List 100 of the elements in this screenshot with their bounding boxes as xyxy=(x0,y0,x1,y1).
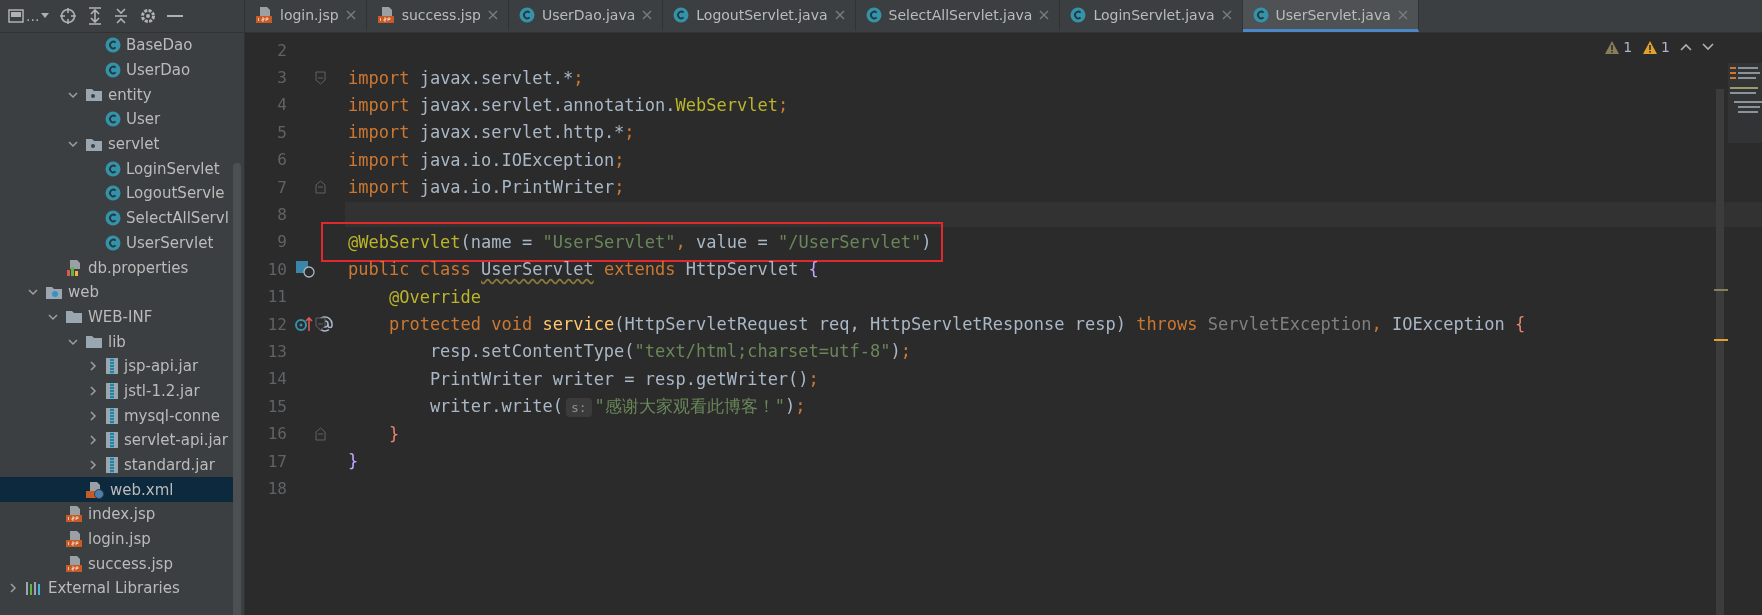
close-icon[interactable] xyxy=(1039,9,1050,20)
tree-item[interactable]: LogoutServle xyxy=(0,181,236,206)
class-icon xyxy=(105,37,121,54)
minimize-icon[interactable] xyxy=(167,14,184,18)
jsp-file-icon xyxy=(255,5,273,24)
tree-item[interactable]: standard.jar xyxy=(0,452,236,478)
tree-item[interactable]: lib xyxy=(0,329,236,354)
line-number: 12 xyxy=(266,314,287,334)
jsp-file-icon xyxy=(65,505,83,524)
chevron-down-icon[interactable] xyxy=(68,336,78,347)
tree-item[interactable]: LoginServlet xyxy=(0,156,236,182)
scrollbar[interactable] xyxy=(233,163,241,615)
tree-item[interactable]: User xyxy=(0,107,236,132)
chevron-right-icon[interactable] xyxy=(88,435,98,446)
override-icon[interactable] xyxy=(295,316,313,333)
tree-item[interactable]: web.xml xyxy=(0,477,236,503)
tree-item[interactable]: jstl-1.2.jar xyxy=(0,378,236,404)
class-icon xyxy=(105,234,121,251)
line-number: 13 xyxy=(266,342,287,361)
line-number: 14 xyxy=(266,369,287,389)
dropdown-caret-icon xyxy=(41,13,50,19)
chevron-right-icon[interactable] xyxy=(8,583,18,594)
editor-tab[interactable]: SelectAllServlet.java xyxy=(855,0,1061,32)
inspection-count[interactable]: 1 xyxy=(1642,39,1670,55)
window-icon xyxy=(8,9,24,23)
tree-item[interactable]: entity xyxy=(0,82,236,108)
line-number: 10 xyxy=(266,259,287,279)
close-icon[interactable] xyxy=(642,9,653,20)
package-icon xyxy=(85,87,103,103)
expand-all-icon[interactable] xyxy=(87,7,104,25)
locate-icon[interactable] xyxy=(59,7,78,25)
editor-tab[interactable]: UserDao.java xyxy=(508,0,664,32)
fold-marker-icon[interactable] xyxy=(315,426,326,441)
fold-marker-icon[interactable] xyxy=(315,70,326,85)
chevron-down-icon[interactable] xyxy=(28,287,38,298)
code-line: import javax.servlet.http.*; xyxy=(348,122,635,143)
tree-item[interactable]: UserServlet xyxy=(0,230,236,256)
close-icon[interactable] xyxy=(834,9,845,20)
line-number: 16 xyxy=(266,424,287,444)
chevron-down-icon[interactable] xyxy=(68,89,78,100)
tree-item[interactable]: login.jsp xyxy=(0,526,236,552)
class-icon xyxy=(105,185,121,202)
chevron-down-icon[interactable] xyxy=(68,139,78,150)
fold-marker-icon[interactable] xyxy=(315,180,326,195)
chevron-right-icon[interactable] xyxy=(88,361,98,372)
tree-item[interactable]: jsp-api.jar xyxy=(0,353,236,379)
tree-item[interactable]: web xyxy=(0,279,236,305)
tree-item[interactable]: UserDao xyxy=(0,57,236,83)
chevron-down-icon[interactable] xyxy=(1702,43,1714,51)
code-line: import javax.servlet.annotation.WebServlet; xyxy=(348,94,789,115)
scrollbar[interactable] xyxy=(1716,89,1724,615)
close-icon[interactable] xyxy=(487,9,498,20)
jar-icon xyxy=(105,381,119,400)
package-icon xyxy=(85,136,103,152)
class-icon xyxy=(105,210,121,227)
editor-tab[interactable]: UserServlet.java xyxy=(1242,0,1419,32)
inspection-count[interactable]: 1 xyxy=(1604,39,1633,55)
line-number: 2 xyxy=(276,40,287,60)
chevron-right-icon[interactable] xyxy=(88,460,98,471)
warning-icon[interactable] xyxy=(1604,39,1621,55)
editor-tab[interactable]: success.jsp xyxy=(366,0,509,32)
code-line: public class UserServlet extends HttpServlet { xyxy=(348,259,819,280)
tree-item[interactable]: WEB-INF xyxy=(0,304,236,330)
tree-item[interactable]: servlet xyxy=(0,131,236,157)
tree-item[interactable]: SelectAllServl xyxy=(0,205,236,231)
editor-tab[interactable]: LogoutServlet.java xyxy=(663,0,856,32)
line-number: 11 xyxy=(266,287,287,307)
tree-item[interactable]: success.jsp xyxy=(0,551,236,577)
chevron-up-icon[interactable] xyxy=(1680,43,1692,51)
code-line: protected void service(HttpServletRequest req, HttpServletResponse resp) throws ServletException, IOException { xyxy=(387,314,1526,335)
tree-item[interactable]: servlet-api.jar xyxy=(0,428,236,453)
tree-item[interactable]: db.properties xyxy=(0,255,236,280)
chevron-down-icon[interactable] xyxy=(48,311,58,322)
line-number: 7 xyxy=(276,177,287,197)
class-icon xyxy=(105,111,121,128)
line-number: 15 xyxy=(266,396,287,416)
close-icon[interactable] xyxy=(345,9,356,20)
tree-item[interactable]: index.jsp xyxy=(0,502,236,527)
folder-icon xyxy=(65,309,83,325)
code-line: } xyxy=(348,451,359,472)
chevron-right-icon[interactable] xyxy=(88,410,98,421)
jar-icon xyxy=(105,357,119,376)
web-folder-icon xyxy=(45,284,63,300)
class-icon xyxy=(865,6,882,23)
collapse-all-icon[interactable] xyxy=(113,7,130,25)
editor-tab[interactable]: LoginServlet.java xyxy=(1060,0,1243,32)
settings-icon[interactable] xyxy=(139,7,158,25)
warning-icon[interactable] xyxy=(1642,39,1659,55)
line-number: 8 xyxy=(276,205,287,225)
close-icon[interactable] xyxy=(1221,9,1232,20)
tree-item[interactable]: mysql-conne xyxy=(0,403,236,428)
class-icon xyxy=(1252,6,1269,23)
fold-marker-icon[interactable] xyxy=(315,317,326,332)
editor-tab[interactable]: login.jsp xyxy=(245,0,367,32)
web-servlet-icon[interactable] xyxy=(295,260,315,279)
tree-item[interactable]: External Libraries xyxy=(0,576,236,601)
class-icon xyxy=(518,6,535,23)
tree-item[interactable]: BaseDao xyxy=(0,33,236,58)
view-mode-button[interactable]: ... xyxy=(8,8,50,24)
chevron-right-icon[interactable] xyxy=(88,385,98,396)
